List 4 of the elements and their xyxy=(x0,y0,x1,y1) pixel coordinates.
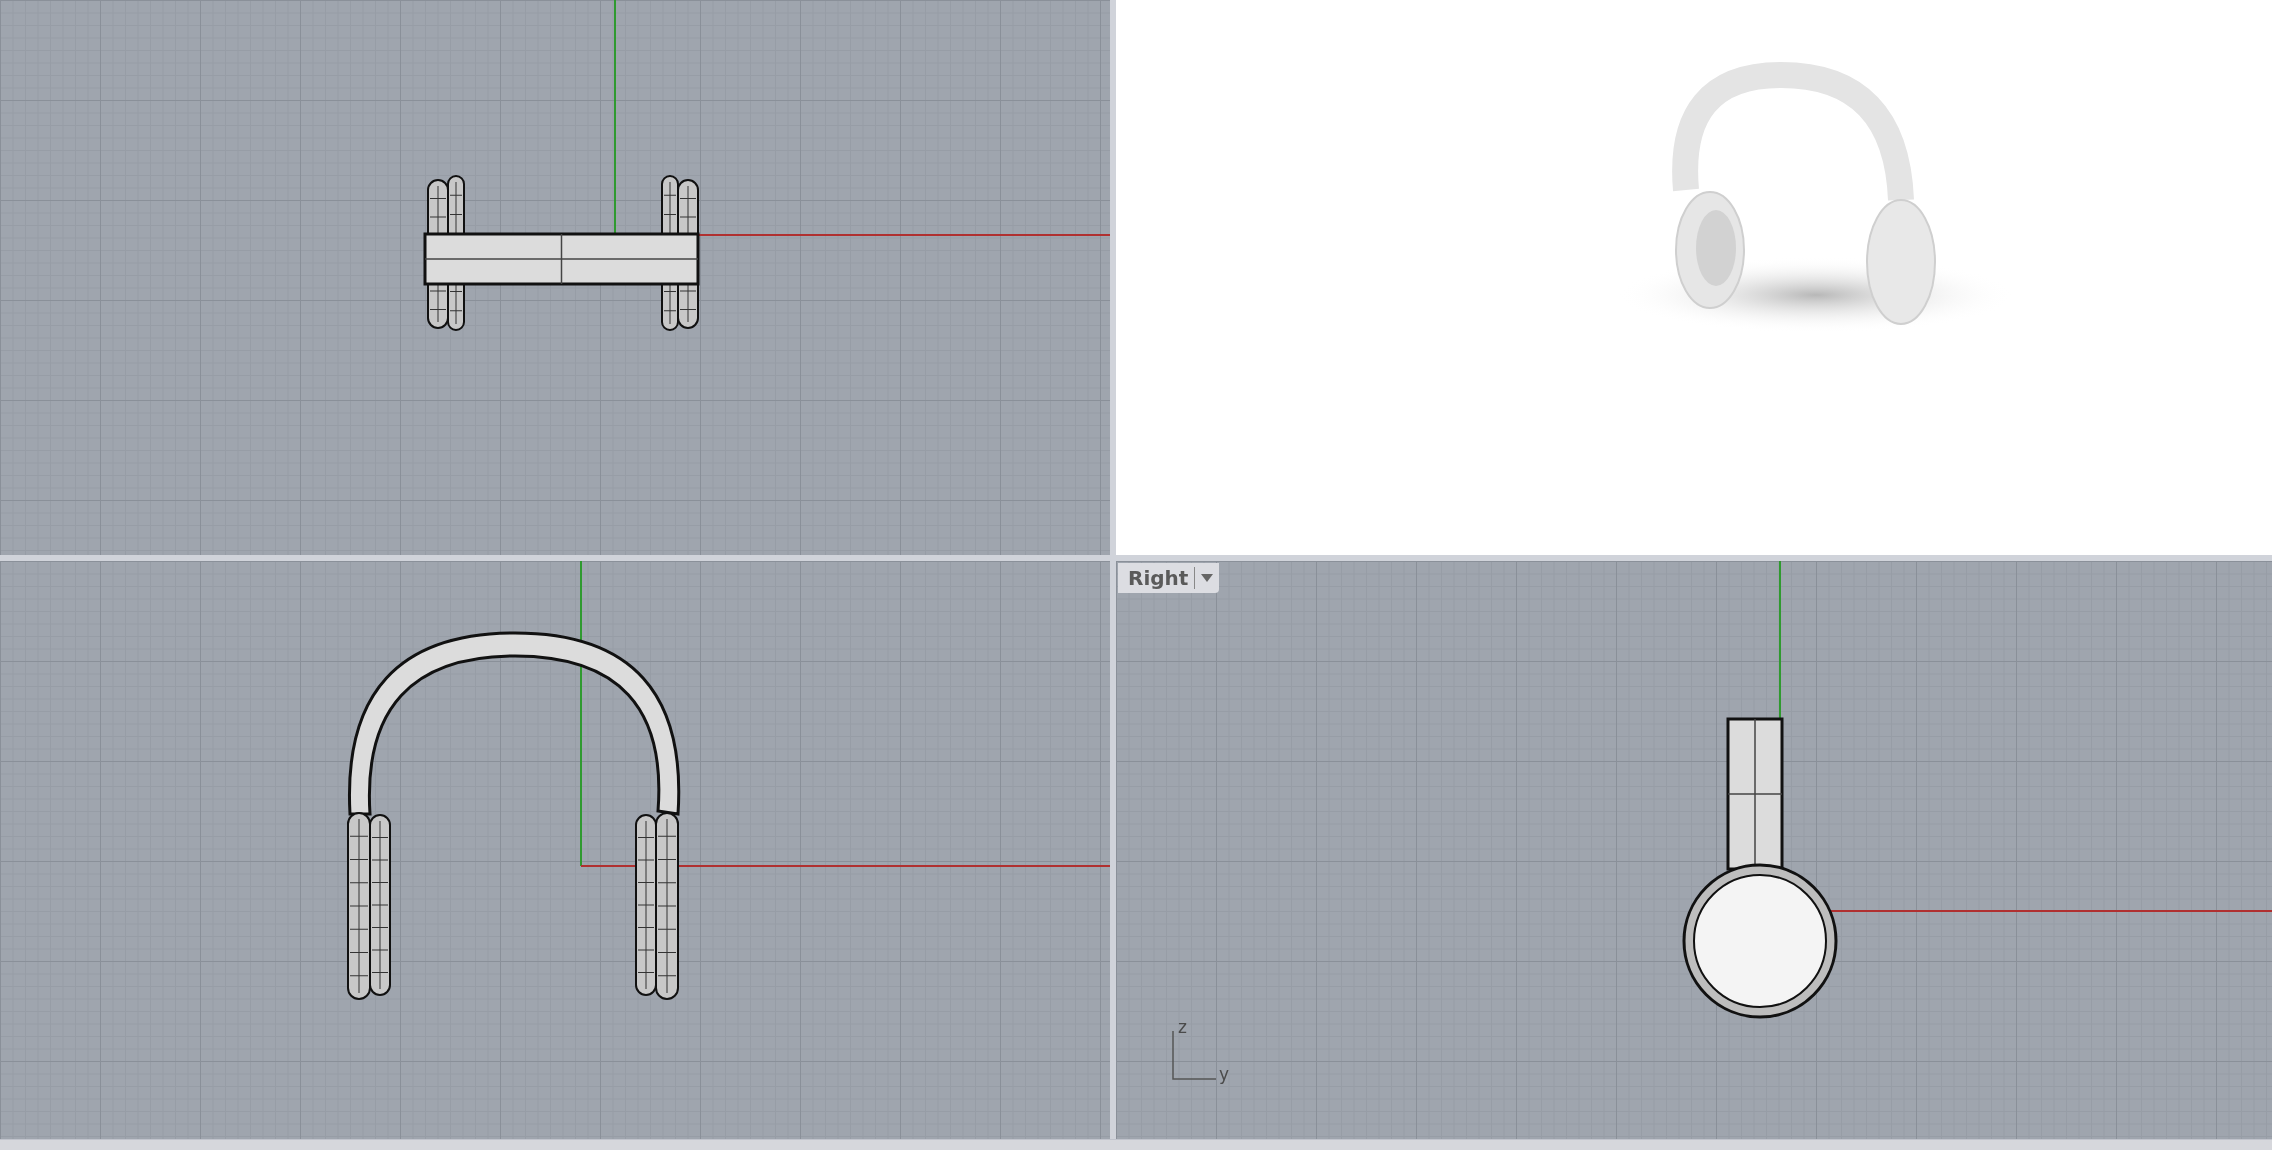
axis-label: z xyxy=(1178,1017,1187,1037)
viewport-label-button[interactable]: Right xyxy=(1118,563,1220,593)
axis-label: y xyxy=(1219,1064,1230,1084)
caret-icon xyxy=(1201,574,1214,582)
